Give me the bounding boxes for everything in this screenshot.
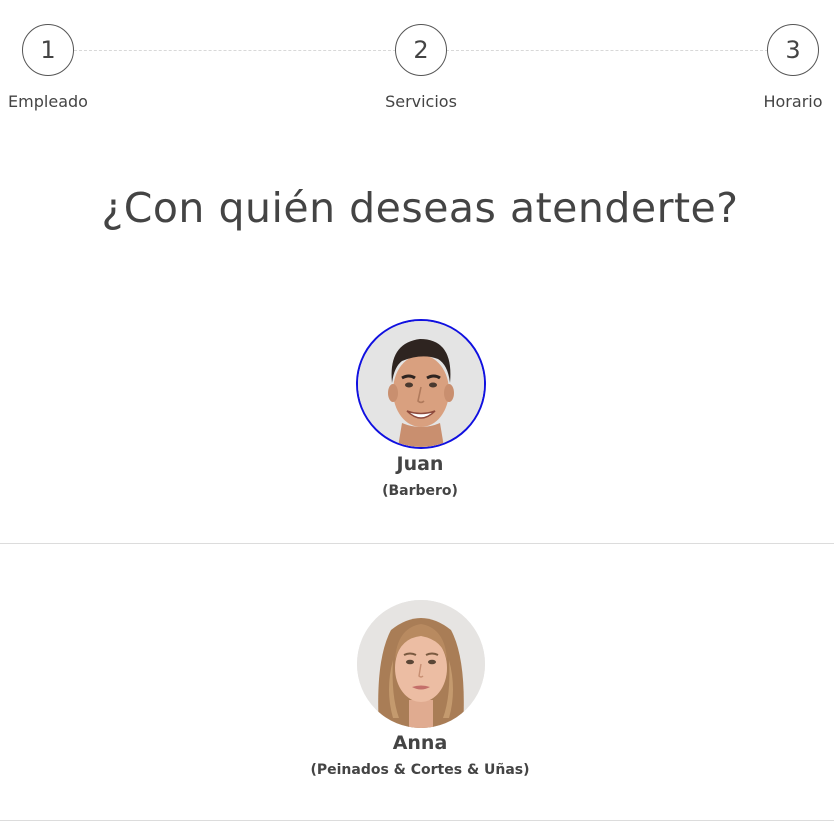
woman-portrait-icon	[357, 600, 485, 728]
employee-name: Anna	[392, 732, 448, 754]
page-title: ¿Con quién deseas atenderte?	[101, 184, 739, 232]
step-label: Empleado	[8, 92, 88, 111]
step-number-circle[interactable]: 3	[767, 24, 819, 76]
step-servicios[interactable]: 2 Servicios	[361, 24, 481, 111]
employee-role: (Barbero)	[382, 483, 458, 499]
step-label: Servicios	[385, 92, 457, 111]
step-number-circle[interactable]: 1	[22, 24, 74, 76]
employee-card-juan[interactable]: Juan (Barbero)	[0, 319, 834, 544]
step-horario[interactable]: 3 Horario	[733, 24, 834, 111]
step-number-circle[interactable]: 2	[395, 24, 447, 76]
progress-stepper: 1 Empleado 2 Servicios 3 Horario	[0, 0, 834, 130]
step-empleado[interactable]: 1 Empleado	[0, 24, 108, 111]
step-label: Horario	[763, 92, 823, 111]
employee-role: (Peinados & Cortes & Uñas)	[310, 762, 530, 778]
man-portrait-icon	[358, 321, 484, 447]
avatar[interactable]	[357, 600, 485, 728]
booking-page: 1 Empleado 2 Servicios 3 Horario ¿Con qu…	[0, 0, 834, 834]
step-connector	[446, 50, 768, 51]
employee-card-anna[interactable]: Anna (Peinados & Cortes & Uñas)	[0, 600, 834, 821]
avatar[interactable]	[356, 319, 486, 449]
step-connector	[74, 50, 396, 51]
employee-name: Juan	[396, 453, 444, 475]
